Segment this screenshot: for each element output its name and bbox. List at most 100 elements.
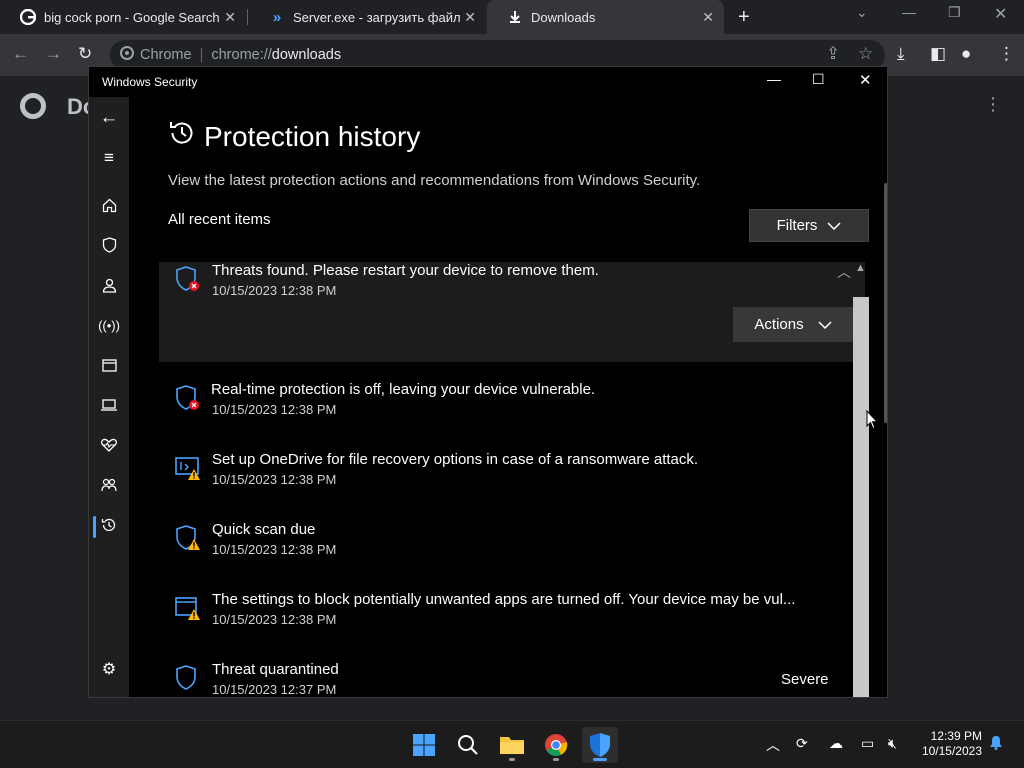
shield-error-icon xyxy=(176,385,199,410)
filters-label: Filters xyxy=(776,217,818,234)
minimize-icon[interactable]: — xyxy=(767,71,781,87)
app-control-warning-icon xyxy=(175,597,200,620)
back-icon[interactable]: ← xyxy=(89,101,129,135)
maximize-icon[interactable]: ☐ xyxy=(812,71,825,88)
item-message: Threat quarantined xyxy=(212,661,339,678)
close-tab-icon[interactable]: ✕ xyxy=(702,9,714,26)
profile-icon[interactable]: ● xyxy=(961,44,971,64)
item-message: Set up OneDrive for file recovery option… xyxy=(212,451,699,468)
window-title: Windows Security xyxy=(102,75,198,89)
mouse-cursor-icon xyxy=(866,410,878,430)
search-button[interactable] xyxy=(450,727,486,763)
tab-title: Server.exe - загрузить файл xyxy=(293,9,461,25)
outer-scrollbar[interactable] xyxy=(884,183,887,423)
item-message: Threats found. Please restart your devic… xyxy=(212,262,599,279)
close-tab-icon[interactable]: ✕ xyxy=(224,9,236,26)
item-date: 10/15/2023 12:38 PM xyxy=(212,283,337,298)
reload-icon[interactable]: ↻ xyxy=(78,44,92,64)
app-browser-icon[interactable] xyxy=(89,348,129,382)
google-icon xyxy=(20,9,36,25)
download-icon xyxy=(507,9,523,25)
system-clock[interactable]: 12:39 PM 10/15/2023 xyxy=(910,729,982,759)
windows-security-taskbar-button[interactable] xyxy=(582,727,618,763)
url-host: downloads xyxy=(271,47,342,63)
settings-gear-icon[interactable]: ⚙ xyxy=(89,652,129,686)
downloads-icon[interactable]: ⤓ xyxy=(897,44,905,64)
restore-icon[interactable]: ❐ xyxy=(948,4,961,21)
family-options-icon[interactable] xyxy=(89,468,129,502)
windows-security-shield-icon xyxy=(590,733,610,757)
item-date: 10/15/2023 12:38 PM xyxy=(212,542,337,557)
item-message: The settings to block potentially unwant… xyxy=(212,591,796,608)
notifications-bell-icon[interactable] xyxy=(989,735,1003,753)
list-item[interactable]: Set up OneDrive for file recovery option… xyxy=(174,451,834,501)
item-date: 10/15/2023 12:37 PM xyxy=(212,682,337,697)
chevron-down-icon xyxy=(827,218,841,233)
protection-history-pane: Protection history View the latest prote… xyxy=(129,97,887,697)
chrome-logo-icon xyxy=(20,93,46,119)
list-item[interactable]: Real-time protection is off, leaving you… xyxy=(174,381,834,431)
tab-downloads[interactable]: Downloads ✕ xyxy=(487,0,724,34)
windows-taskbar: ︿ ⟳ ☁ ▭ 🔇︎ 12:39 PM 10/15/2023 xyxy=(0,720,1024,768)
protection-history-icon[interactable] xyxy=(89,508,129,542)
url-scheme: chrome:// xyxy=(211,47,272,63)
omnibox-separator: | xyxy=(199,47,204,63)
running-indicator xyxy=(553,758,559,761)
chevron-up-icon[interactable]: ︿ xyxy=(837,262,851,282)
sync-icon[interactable]: ⟳ xyxy=(796,735,808,752)
file-explorer-button[interactable] xyxy=(494,727,530,763)
list-item[interactable]: Quick scan due 10/15/2023 12:38 PM xyxy=(174,521,834,571)
show-hidden-icons-chevron-icon[interactable]: ︿ xyxy=(766,735,780,755)
windows-logo-icon xyxy=(413,734,435,756)
start-button[interactable] xyxy=(406,727,442,763)
page-title: Protection history xyxy=(204,120,421,152)
close-tab-icon[interactable]: ✕ xyxy=(464,9,476,26)
item-date: 10/15/2023 12:38 PM xyxy=(212,612,337,627)
tab-title: big cock porn - Google Search xyxy=(44,9,220,25)
more-options-icon[interactable]: ⋮ xyxy=(984,94,1002,115)
tab-google-search[interactable]: big cock porn - Google Search ✕ xyxy=(0,0,246,34)
new-tab-button[interactable]: + xyxy=(738,6,750,29)
account-icon[interactable] xyxy=(89,268,129,302)
side-panel-icon[interactable]: ◧ xyxy=(930,44,946,64)
list-item[interactable]: Threats found. Please restart your devic… xyxy=(174,262,834,312)
bookmark-star-icon[interactable]: ☆ xyxy=(858,44,873,64)
close-window-icon[interactable]: ✕ xyxy=(994,4,1007,24)
hamburger-menu-icon[interactable]: ≡ xyxy=(89,141,129,175)
chrome-tabstrip: big cock porn - Google Search ✕ » Server… xyxy=(0,0,1024,34)
close-icon[interactable]: ✕ xyxy=(859,71,872,89)
list-item[interactable]: Threat quarantined 10/15/2023 12:37 PM S… xyxy=(174,661,834,697)
chrome-menu-icon[interactable]: ⋮ xyxy=(998,44,1015,64)
forward-icon[interactable]: → xyxy=(45,44,62,64)
scrollbar-thumb[interactable] xyxy=(853,297,869,697)
history-icon xyxy=(168,119,196,154)
device-security-icon[interactable] xyxy=(89,388,129,422)
actions-label: Actions xyxy=(754,316,804,333)
severity-label: Severe xyxy=(781,671,829,688)
chrome-taskbar-button[interactable] xyxy=(538,727,574,763)
network-icon[interactable]: ((•)) xyxy=(89,308,129,342)
volume-muted-icon[interactable]: 🔇︎ xyxy=(888,735,897,752)
list-item[interactable]: The settings to block potentially unwant… xyxy=(174,591,834,641)
item-date: 10/15/2023 12:38 PM xyxy=(212,402,337,417)
running-indicator xyxy=(593,758,607,761)
chrome-icon xyxy=(545,734,568,756)
tab-virustotal[interactable]: » Server.exe - загрузить файл ✕ xyxy=(249,0,486,34)
network-icon[interactable]: ▭ xyxy=(861,735,874,752)
scroll-up-arrow-icon[interactable]: ▲ xyxy=(855,262,866,274)
device-health-icon[interactable] xyxy=(89,428,129,462)
tab-search-icon[interactable]: ⌄ xyxy=(856,4,868,21)
filters-button[interactable]: Filters xyxy=(749,209,869,242)
back-icon[interactable]: ← xyxy=(12,44,29,64)
item-message: Quick scan due xyxy=(212,521,316,538)
running-indicator xyxy=(509,758,515,761)
share-icon[interactable]: ⇪ xyxy=(826,44,840,64)
onedrive-icon[interactable]: ☁ xyxy=(829,735,843,752)
shield-icon xyxy=(176,665,196,690)
minimize-icon[interactable]: — xyxy=(902,4,916,20)
tab-separator xyxy=(247,9,248,25)
shield-icon[interactable] xyxy=(89,228,129,262)
actions-button[interactable]: Actions xyxy=(733,307,853,342)
windows-security-window: Windows Security — ☐ ✕ ← ≡ ((•)) ⚙ Prote… xyxy=(88,66,888,698)
home-icon[interactable] xyxy=(89,188,129,222)
